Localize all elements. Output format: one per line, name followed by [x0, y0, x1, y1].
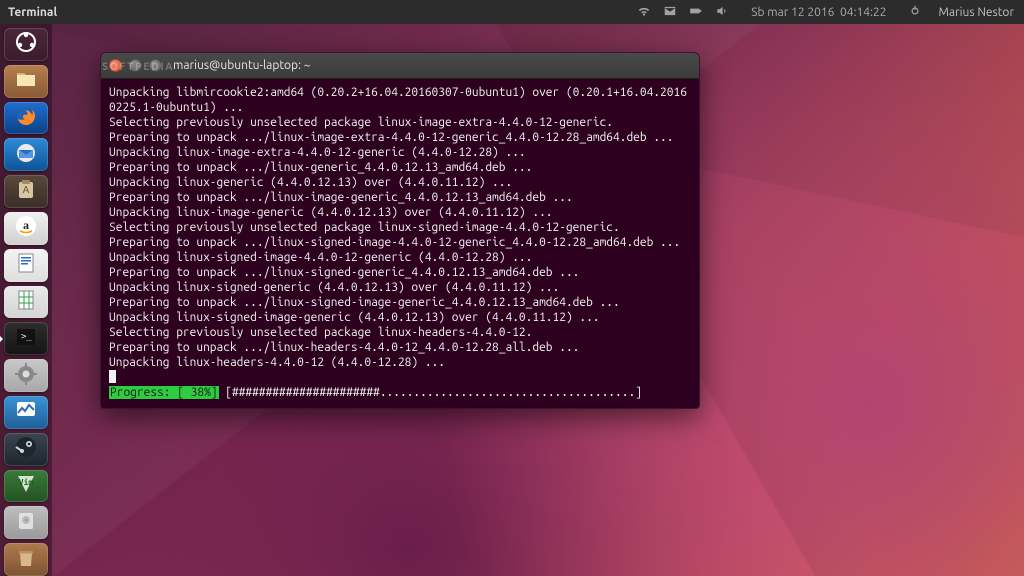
user-name[interactable]: Marius Nestor	[938, 6, 1014, 19]
files-icon	[14, 67, 38, 95]
steam-icon	[14, 435, 38, 463]
dash-icon	[14, 30, 38, 58]
terminal-line: Preparing to unpack .../linux-signed-ima…	[109, 295, 691, 310]
svg-text:A: A	[23, 185, 30, 196]
terminal-line: Unpacking linux-headers-4.4.0-12 (4.4.0-…	[109, 355, 691, 370]
unity-launcher: Aa >_ Vim	[0, 24, 52, 576]
system-monitor-icon	[14, 398, 38, 426]
terminal-line: Preparing to unpack .../linux-headers-4.…	[109, 340, 691, 355]
svg-text:>_: >_	[21, 332, 32, 342]
launcher-gvim[interactable]: Vim	[4, 470, 48, 503]
network-icon[interactable]	[637, 4, 651, 21]
progress-line: Progress: [ 38%] [######################…	[109, 385, 691, 400]
launcher-libreoffice-writer[interactable]	[4, 249, 48, 282]
launcher-system-settings[interactable]	[4, 359, 48, 392]
terminal-line: Preparing to unpack .../linux-generic_4.…	[109, 160, 691, 175]
thunderbird-icon	[14, 141, 38, 169]
clock[interactable]: Sb mar 12 2016 04:14:22	[751, 6, 886, 19]
terminal-line: Preparing to unpack .../linux-signed-ima…	[109, 235, 691, 250]
svg-text:Vim: Vim	[19, 477, 34, 487]
terminal-line: Preparing to unpack .../linux-signed-gen…	[109, 265, 691, 280]
terminal-window[interactable]: SOFTPEDIA marius@ubuntu-laptop: ~ Unpack…	[100, 52, 700, 409]
terminal-line: Selecting previously unselected package …	[109, 325, 691, 340]
window-maximize-button[interactable]	[149, 59, 162, 72]
launcher-amazon[interactable]: a	[4, 212, 48, 245]
launcher-disks[interactable]	[4, 506, 48, 539]
terminal-cursor-line	[109, 370, 691, 385]
indicator-area: Sb mar 12 2016 04:14:22 Marius Nestor	[637, 4, 1024, 21]
progress-bar: [######################.................…	[225, 386, 642, 399]
terminal-line: Unpacking linux-signed-image-4.4.0-12-ge…	[109, 250, 691, 265]
launcher-thunderbird[interactable]	[4, 138, 48, 171]
libreoffice-calc-icon	[14, 288, 38, 316]
active-app-label: Terminal	[8, 6, 57, 19]
terminal-output[interactable]: Unpacking libmircookie2:amd64 (0.20.2+16…	[101, 79, 699, 408]
terminal-line: Unpacking linux-generic (4.4.0.12.13) ov…	[109, 175, 691, 190]
window-title: marius@ubuntu-laptop: ~	[173, 59, 311, 72]
launcher-trash[interactable]	[4, 543, 48, 576]
terminal-line: Unpacking linux-image-generic (4.4.0.12.…	[109, 205, 691, 220]
launcher-terminal[interactable]: >_	[4, 322, 48, 355]
disks-icon	[14, 509, 38, 537]
terminal-icon: >_	[14, 325, 38, 353]
session-icon[interactable]	[908, 4, 922, 21]
system-settings-icon	[14, 362, 38, 390]
launcher-firefox[interactable]	[4, 102, 48, 135]
terminal-line: Unpacking libmircookie2:amd64 (0.20.2+16…	[109, 85, 691, 115]
clock-date: Sb mar 12 2016	[751, 6, 834, 19]
launcher-steam[interactable]	[4, 433, 48, 466]
top-panel: Terminal Sb mar 12 2016 04:14:22 Marius …	[0, 0, 1024, 24]
window-close-button[interactable]	[109, 59, 122, 72]
terminal-line: Unpacking linux-signed-image-generic (4.…	[109, 310, 691, 325]
progress-label: Progress: [ 38%]	[109, 386, 219, 399]
battery-icon[interactable]	[689, 4, 703, 21]
mail-icon[interactable]	[663, 4, 677, 21]
sound-icon[interactable]	[715, 4, 729, 21]
terminal-line: Preparing to unpack .../linux-image-gene…	[109, 190, 691, 205]
software-center-icon: A	[14, 178, 38, 206]
window-minimize-button[interactable]	[129, 59, 142, 72]
terminal-line: Selecting previously unselected package …	[109, 115, 691, 130]
launcher-libreoffice-calc[interactable]	[4, 286, 48, 319]
launcher-system-monitor[interactable]	[4, 396, 48, 429]
libreoffice-writer-icon	[14, 251, 38, 279]
trash-icon	[14, 546, 38, 574]
window-titlebar[interactable]: marius@ubuntu-laptop: ~	[101, 53, 699, 79]
terminal-line: Unpacking linux-signed-generic (4.4.0.12…	[109, 280, 691, 295]
amazon-icon: a	[14, 214, 38, 242]
terminal-line: Unpacking linux-image-extra-4.4.0-12-gen…	[109, 145, 691, 160]
terminal-line: Selecting previously unselected package …	[109, 220, 691, 235]
gvim-icon: Vim	[14, 472, 38, 500]
firefox-icon	[14, 104, 38, 132]
svg-text:a: a	[23, 218, 29, 232]
clock-time: 04:14:22	[840, 6, 887, 19]
launcher-dash[interactable]	[4, 28, 48, 61]
terminal-line: Preparing to unpack .../linux-image-extr…	[109, 130, 691, 145]
launcher-software-center[interactable]: A	[4, 175, 48, 208]
launcher-files[interactable]	[4, 65, 48, 98]
